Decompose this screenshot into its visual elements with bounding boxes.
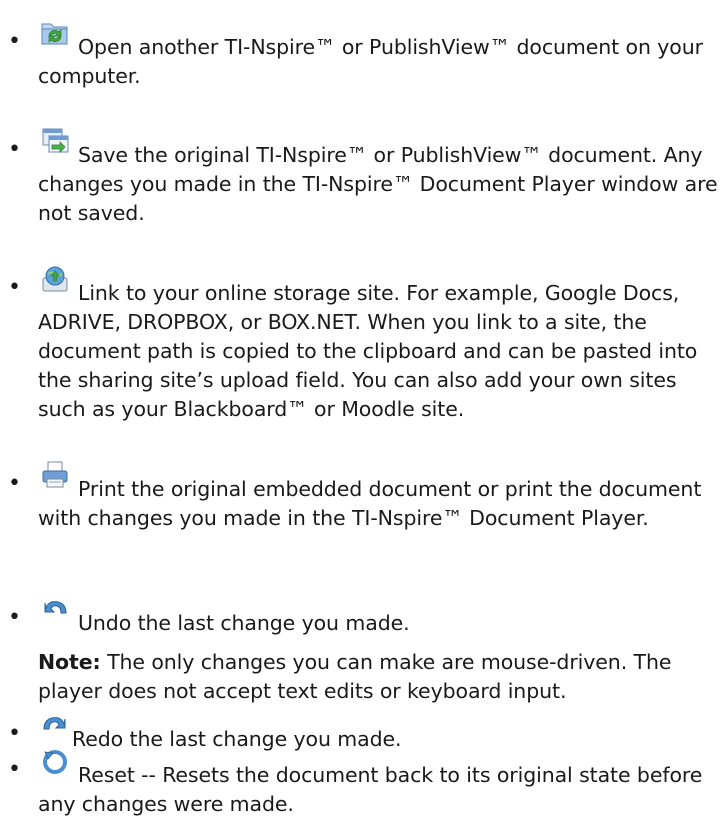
note-paragraph: Note: The only changes you can make are … [38, 648, 726, 706]
bullet-marker: • [8, 275, 21, 300]
online-storage-icon [40, 264, 70, 294]
list-item-label: Redo the last change you made. [72, 727, 402, 751]
list-item-label: Reset -- Resets the document back to its… [38, 763, 703, 816]
list-item-label: Save the original TI-Nspire™ or PublishV… [38, 143, 718, 225]
note-label: Note: [38, 650, 101, 674]
list-item-label: Link to your online storage site. For ex… [38, 281, 698, 421]
save-original-icon [40, 126, 70, 156]
reset-icon [40, 746, 70, 776]
list-item-text: Print the original embedded document or … [38, 461, 726, 533]
redo-icon [40, 710, 70, 740]
list-item-label: Undo the last change you made. [78, 611, 410, 635]
bullet-marker: • [8, 471, 21, 496]
bullet-marker: • [8, 721, 21, 746]
bullet-marker: • [8, 605, 21, 630]
list-item-text: Undo the last change you made. [38, 601, 726, 638]
list-item-text: Redo the last change you made. [38, 717, 726, 754]
list-item-text: Save the original TI-Nspire™ or PublishV… [38, 128, 726, 228]
list-item-text: Open another TI-Nspire™ or PublishView™ … [38, 23, 726, 91]
document-page: • Open another TI-Nspire™ or PublishView… [0, 0, 727, 816]
note-text: The only changes you can make are mouse-… [38, 650, 672, 703]
open-folder-icon [40, 18, 70, 48]
bullet-marker: • [8, 757, 21, 782]
bullet-marker: • [8, 137, 21, 162]
print-icon [40, 460, 70, 490]
list-item-text: Reset -- Resets the document back to its… [38, 750, 726, 819]
list-item-text: Link to your online storage site. For ex… [38, 266, 726, 424]
bullet-marker: • [8, 29, 21, 54]
list-item-label: Open another TI-Nspire™ or PublishView™ … [38, 35, 703, 88]
undo-icon [40, 594, 70, 624]
list-item-label: Print the original embedded document or … [38, 477, 702, 530]
